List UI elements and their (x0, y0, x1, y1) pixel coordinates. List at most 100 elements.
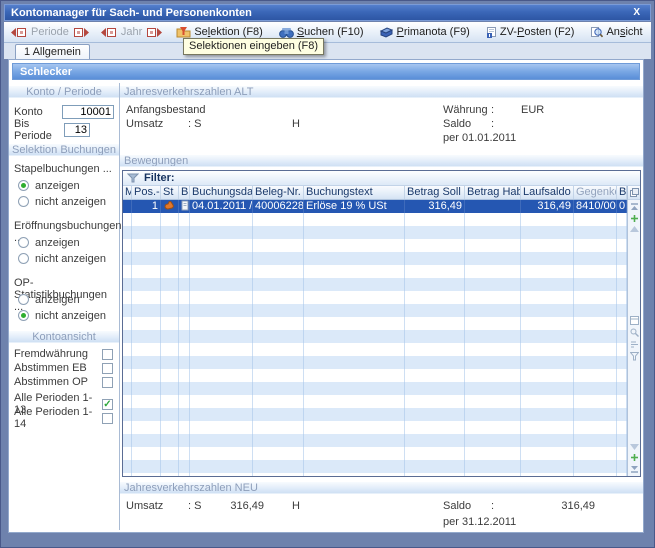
saldo-neu-value: 316,49 (521, 500, 595, 512)
jahr-prev-button[interactable] (98, 26, 119, 39)
zv-posten-button[interactable]: ZV-Posten (F2) (481, 24, 580, 40)
search-icon[interactable] (630, 328, 639, 337)
column-header-betrag-soll[interactable]: Betrag Soll (405, 186, 465, 199)
tab-allgemein[interactable]: 1 Allgemein (15, 44, 90, 60)
cell-st (161, 200, 179, 213)
card-view-icon[interactable] (630, 316, 639, 325)
umsatz-neu-haben-marker: H (292, 500, 300, 512)
radio-label: nicht anzeigen (35, 196, 106, 208)
periode-label: Periode (29, 26, 71, 38)
application-window: Kontomanager für Sach- und Personenkonte… (0, 0, 655, 548)
bis-periode-input[interactable] (64, 123, 90, 137)
checkbox-label: Abstimmen OP (14, 376, 102, 388)
radio-icon[interactable] (18, 196, 29, 207)
column-header-laufsaldo[interactable]: Laufsaldo (521, 186, 574, 199)
periode-next-button[interactable] (71, 26, 92, 39)
ansicht-button[interactable]: Ansicht (585, 24, 647, 40)
grid-empty-rows (123, 213, 627, 476)
primanota-button[interactable]: Primanota (F9) (374, 24, 474, 40)
colon: : (491, 500, 521, 512)
add-row-icon[interactable] (630, 214, 639, 223)
checkbox-fremdwaehrung[interactable]: Fremdwährung (9, 347, 119, 361)
konto-periode-header: Konto / Periode (9, 85, 119, 98)
add-row-bottom-icon[interactable] (630, 453, 639, 462)
red-right-arrow-icon (146, 27, 163, 38)
checkbox-abstimmen-op[interactable]: Abstimmen OP (9, 375, 119, 389)
radio-icon[interactable] (18, 253, 29, 264)
konto-input[interactable] (62, 105, 114, 119)
radio-op-nicht-anzeigen[interactable]: nicht anzeigen (9, 309, 119, 322)
filter-icon (127, 173, 139, 183)
checkbox-abstimmen-eb[interactable]: Abstimmen EB (9, 361, 119, 375)
radio-icon[interactable] (18, 180, 29, 191)
radio-eb-nicht-anzeigen[interactable]: nicht anzeigen (9, 252, 119, 265)
radio-label: anzeigen (35, 294, 80, 306)
column-header-betrag-haben[interactable]: Betrag Haben (465, 186, 521, 199)
umsatz-alt-haben-marker: H (292, 118, 300, 130)
radio-stapel-anzeigen[interactable]: anzeigen (9, 179, 119, 192)
radio-icon[interactable] (18, 310, 29, 321)
close-button[interactable]: X (629, 7, 644, 18)
red-right-arrow-icon (73, 27, 90, 38)
left-panel: Konto / Periode Konto Bis Periode Selekt… (9, 83, 120, 530)
column-header-st[interactable]: St (161, 186, 179, 199)
umsatz-alt-soll-marker: : S (188, 118, 212, 130)
radio-eb-anzeigen[interactable]: anzeigen (9, 236, 119, 249)
cell-gegenkonto: 8410/000 (574, 200, 617, 213)
scroll-up-icon[interactable] (630, 226, 639, 232)
window-title: Kontomanager für Sach- und Personenkonte… (11, 7, 252, 19)
bis-periode-label: Bis Periode (14, 118, 64, 142)
jahr-label: Jahr (119, 26, 144, 38)
column-header-buchungsdatum[interactable]: Buchungsdatum (190, 186, 253, 199)
radio-icon[interactable] (18, 237, 29, 248)
cell-m (123, 200, 132, 213)
selektion-label: Selektion (F8) (194, 26, 263, 38)
jahr-next-button[interactable] (144, 26, 165, 39)
grid-filter-bar[interactable]: Filter: (123, 171, 640, 186)
scroll-bottom-icon[interactable] (630, 465, 639, 473)
checkbox-label: Abstimmen EB (14, 362, 102, 374)
column-header-pos-nr[interactable]: Pos.-Nr (132, 186, 161, 199)
column-header-beleg-nr[interactable]: Beleg-Nr. (253, 186, 304, 199)
op-statistikbuchungen-label: OP-Statistikbuchungen ... (9, 277, 119, 290)
kontoansicht-header: Kontoansicht (9, 330, 119, 343)
right-panel: Jahresverkehrszahlen ALT Anfangsbestand … (120, 83, 643, 530)
per-neu-date: per 31.12.2011 (443, 516, 516, 528)
checkbox-alle-perioden-1-14[interactable]: Alle Perioden 1-14 (9, 411, 119, 425)
table-row-selected[interactable]: 1 04.01.2011 /Di 40006228 Erlöse 19 % US… (123, 200, 627, 213)
checkbox-icon[interactable] (102, 399, 113, 410)
bewegungen-grid: Filter: M Pos.-Nr St B Buchungsdatum Bel… (122, 170, 641, 477)
scroll-top-icon[interactable] (630, 203, 639, 211)
cell-b2: 0 (617, 200, 627, 213)
column-header-m[interactable]: M (123, 186, 132, 199)
primanota-label: Primanota (F9) (396, 26, 469, 38)
magnifier-document-icon (590, 26, 603, 38)
column-header-b2[interactable]: B (617, 186, 627, 199)
jvz-alt-block: Anfangsbestand : Umsatz : S H Währung (120, 98, 643, 154)
scroll-down-icon[interactable] (630, 444, 639, 450)
umsatz-neu-label: Umsatz (126, 500, 188, 512)
waehrung-label: Währung (443, 104, 491, 116)
checkbox-icon[interactable] (102, 349, 113, 360)
column-chooser-icon[interactable] (628, 186, 640, 200)
checkbox-icon[interactable] (102, 413, 113, 424)
jvz-alt-header: Jahresverkehrszahlen ALT (120, 85, 643, 98)
column-header-b[interactable]: B (179, 186, 190, 199)
cell-pos-nr: 1 (132, 200, 161, 213)
column-header-buchungstext[interactable]: Buchungstext (304, 186, 405, 199)
checkbox-icon[interactable] (102, 363, 113, 374)
eroeffnungsbuchungen-label: Eröffnungsbuchungen ... (9, 220, 119, 233)
cell-buchungsdatum: 04.01.2011 /Di (190, 200, 253, 213)
bewegungen-header: Bewegungen (120, 154, 643, 167)
sort-icon[interactable] (630, 340, 639, 349)
filter-funnel-icon[interactable] (630, 352, 639, 361)
column-header-gegenkonto[interactable]: Gegenkonto (574, 186, 617, 199)
saldo-neu-label: Saldo (443, 500, 491, 512)
checkbox-icon[interactable] (102, 377, 113, 388)
checkbox-label: Fremdwährung (14, 348, 102, 360)
radio-icon[interactable] (18, 294, 29, 305)
radio-stapel-nicht-anzeigen[interactable]: nicht anzeigen (9, 195, 119, 208)
account-header: Schlecker (12, 63, 640, 80)
colon: : (491, 118, 521, 130)
periode-prev-button[interactable] (8, 26, 29, 39)
